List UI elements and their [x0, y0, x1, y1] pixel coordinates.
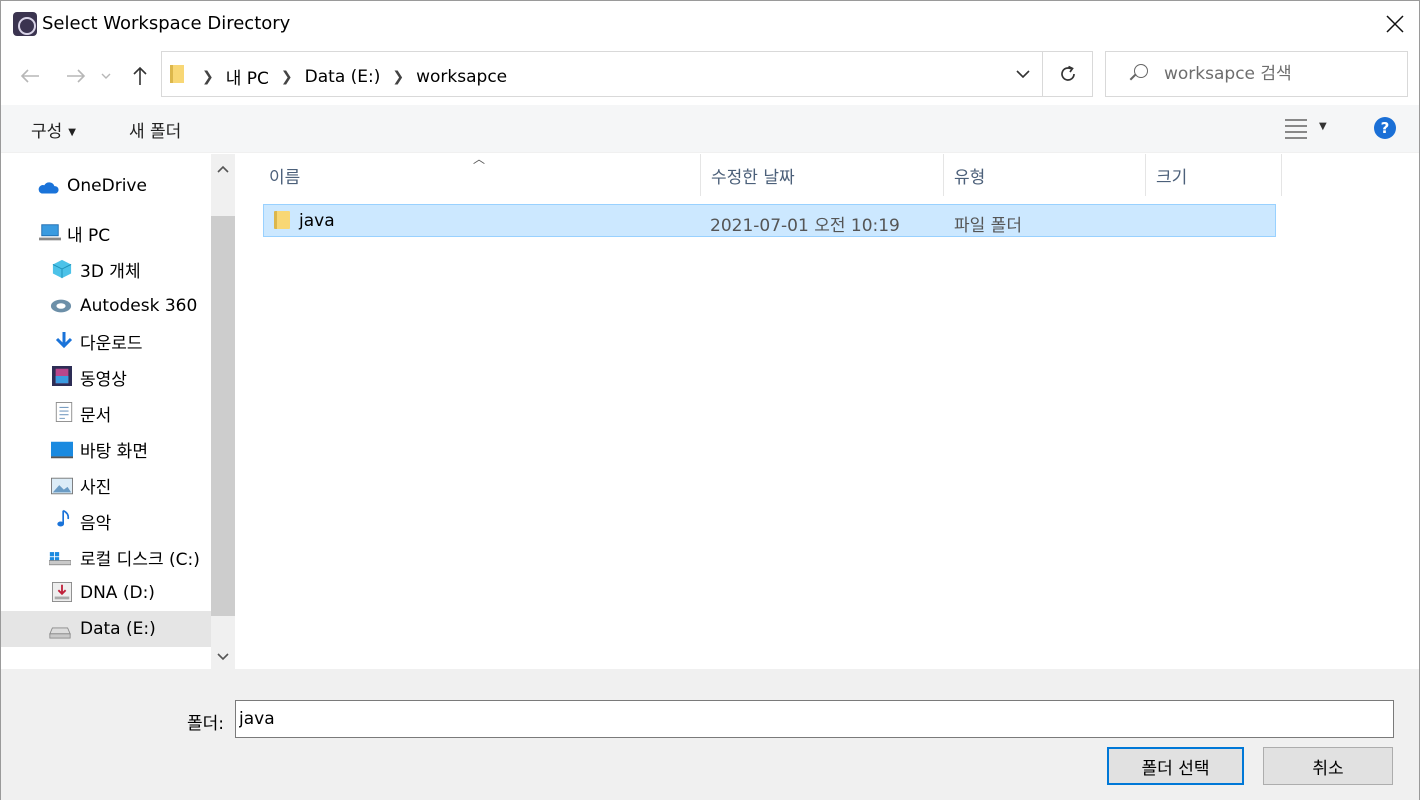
nav-item-3d-objects[interactable]: 3D 개체 — [1, 251, 211, 287]
video-icon — [52, 366, 72, 386]
nav-item-documents[interactable]: 문서 — [1, 395, 211, 431]
drive-e-icon — [49, 627, 71, 639]
select-folder-button[interactable]: 폴더 선택 — [1107, 747, 1244, 785]
search-box[interactable] — [1105, 51, 1408, 97]
organize-label: 구성 — [31, 122, 63, 142]
folder-icon — [274, 211, 290, 229]
nav-item-this-pc[interactable]: 내 PC — [1, 215, 211, 251]
nav-item-onedrive[interactable]: OneDrive — [1, 168, 211, 204]
onedrive-icon — [38, 182, 59, 194]
arrow-left-icon — [20, 69, 39, 83]
search-icon — [1128, 64, 1148, 84]
address-bar[interactable]: ❯ 내 PC ❯ Data (E:) ❯ worksapce — [161, 51, 1093, 97]
back-button[interactable] — [15, 61, 45, 91]
recent-locations-button[interactable] — [96, 61, 116, 91]
chevron-right-icon: ❯ — [392, 68, 405, 85]
forward-button[interactable] — [61, 61, 91, 91]
document-icon — [55, 402, 73, 422]
nav-item-dna-d[interactable]: DNA (D:) — [1, 575, 211, 611]
breadcrumb-item-drive[interactable]: Data (E:) — [305, 67, 381, 87]
nav-item-pictures[interactable]: 사진 — [1, 467, 211, 503]
organize-button[interactable]: 구성 ▼ — [31, 117, 76, 142]
refresh-button[interactable] — [1042, 52, 1092, 96]
file-type: 파일 폴더 — [954, 216, 1022, 236]
column-header-size[interactable]: 크기 — [1146, 154, 1282, 196]
breadcrumb-item-folder[interactable]: worksapce — [416, 67, 507, 87]
column-header-modified[interactable]: 수정한 날짜 — [701, 154, 944, 196]
chevron-down-icon — [101, 73, 111, 79]
column-header-name[interactable]: 이름 — [259, 154, 701, 196]
file-list: ︿ 이름 수정한 날짜 유형 크기 java 2021-07-01 오전 10:… — [237, 152, 1419, 669]
address-dropdown-button[interactable] — [1004, 52, 1042, 96]
nav-item-desktop[interactable]: 바탕 화면 — [1, 431, 211, 467]
nav-item-data-e[interactable]: Data (E:) — [1, 611, 211, 647]
3d-objects-icon — [52, 259, 72, 279]
chevron-down-icon — [217, 653, 229, 661]
column-header-type[interactable]: 유형 — [944, 154, 1146, 196]
view-options-icon[interactable] — [1285, 119, 1307, 139]
close-button[interactable] — [1371, 1, 1419, 47]
arrow-up-icon — [133, 66, 147, 85]
download-icon — [55, 332, 73, 349]
nav-item-videos[interactable]: 동영상 — [1, 359, 211, 395]
drive-c-icon — [49, 552, 71, 566]
desktop-icon — [51, 441, 73, 459]
new-folder-button[interactable]: 새 폴더 — [129, 117, 181, 142]
nav-item-autodesk-360[interactable]: Autodesk 360 — [1, 288, 211, 324]
music-icon — [57, 509, 70, 527]
file-row[interactable]: java 2021-07-01 오전 10:19 파일 폴더 — [263, 204, 1276, 237]
select-directory-dialog: Select Workspace Directory ❯ 내 PC ❯ Data… — [0, 0, 1420, 800]
refresh-icon — [1060, 65, 1075, 81]
cancel-button[interactable]: 취소 — [1263, 747, 1393, 785]
nav-item-local-disk-c[interactable]: 로컬 디스크 (C:) — [1, 539, 211, 575]
folder-icon — [170, 65, 184, 83]
breadcrumb: ❯ 내 PC ❯ Data (E:) ❯ worksapce — [196, 64, 507, 90]
view-dropdown-button[interactable]: ▼ — [1319, 121, 1327, 132]
up-button[interactable] — [125, 61, 155, 91]
folder-name-input[interactable] — [235, 700, 1394, 738]
chevron-up-icon — [217, 165, 229, 173]
caret-down-icon: ▼ — [68, 126, 76, 138]
nav-item-music[interactable]: 음악 — [1, 503, 211, 539]
command-toolbar: 구성 ▼ 새 폴더 ▼ — [1, 105, 1419, 153]
nav-item-downloads[interactable]: 다운로드 — [1, 323, 211, 359]
eclipse-app-icon — [13, 12, 37, 36]
chevron-right-icon: ❯ — [280, 68, 293, 85]
arrow-right-icon — [67, 69, 86, 83]
pc-icon — [39, 224, 61, 241]
chevron-down-icon — [1016, 70, 1030, 78]
folder-label: 폴더: — [187, 714, 225, 734]
breadcrumb-item-pc[interactable]: 내 PC — [226, 64, 269, 89]
title-bar: Select Workspace Directory — [1, 1, 1419, 47]
pictures-icon — [51, 477, 73, 495]
navigation-pane: OneDrive 내 PC 3D 개체 Autodesk 360 다운로드 동영… — [1, 154, 235, 669]
scroll-thumb[interactable] — [211, 216, 235, 616]
help-icon[interactable]: ? — [1374, 117, 1396, 139]
search-input[interactable] — [1164, 61, 1400, 87]
close-icon — [1386, 15, 1404, 33]
window-title: Select Workspace Directory — [42, 13, 291, 34]
drive-d-icon — [52, 582, 72, 602]
chevron-right-icon: ❯ — [202, 68, 214, 85]
file-modified: 2021-07-01 오전 10:19 — [710, 216, 900, 236]
dialog-footer: 폴더: 폴더 선택 취소 — [1, 669, 1419, 800]
nav-scrollbar[interactable] — [211, 154, 235, 669]
scroll-down-button[interactable] — [211, 644, 235, 669]
navigation-row: ❯ 내 PC ❯ Data (E:) ❯ worksapce — [1, 47, 1419, 105]
autodesk-icon — [50, 299, 72, 313]
scroll-up-button[interactable] — [211, 156, 235, 182]
file-name: java — [299, 211, 335, 231]
